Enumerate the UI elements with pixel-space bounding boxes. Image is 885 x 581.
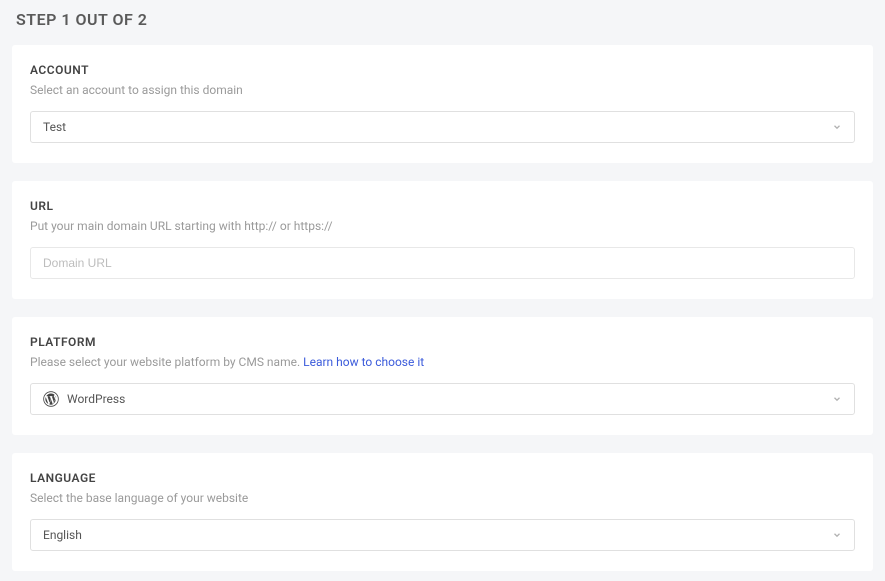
platform-subtitle-text: Please select your website platform by C… [30,355,303,369]
url-card: URL Put your main domain URL starting wi… [12,181,873,299]
chevron-down-icon [832,530,842,540]
step-title: STEP 1 OUT OF 2 [12,10,873,29]
chevron-down-icon [832,394,842,404]
account-title: ACCOUNT [30,63,855,77]
platform-learn-link[interactable]: Learn how to choose it [303,355,424,369]
platform-card: PLATFORM Please select your website plat… [12,317,873,435]
account-card: ACCOUNT Select an account to assign this… [12,45,873,163]
language-select[interactable]: English [30,519,855,551]
platform-select-value: WordPress [67,392,832,406]
url-title: URL [30,199,855,213]
wordpress-icon [43,391,59,407]
chevron-down-icon [832,122,842,132]
language-select-value: English [43,528,832,542]
language-title: LANGUAGE [30,471,855,485]
platform-subtitle: Please select your website platform by C… [30,355,855,369]
account-subtitle: Select an account to assign this domain [30,83,855,97]
url-subtitle: Put your main domain URL starting with h… [30,219,855,233]
language-card: LANGUAGE Select the base language of you… [12,453,873,571]
platform-title: PLATFORM [30,335,855,349]
account-select[interactable]: Test [30,111,855,143]
account-select-value: Test [43,120,832,134]
url-input[interactable] [30,247,855,279]
platform-select[interactable]: WordPress [30,383,855,415]
language-subtitle: Select the base language of your website [30,491,855,505]
